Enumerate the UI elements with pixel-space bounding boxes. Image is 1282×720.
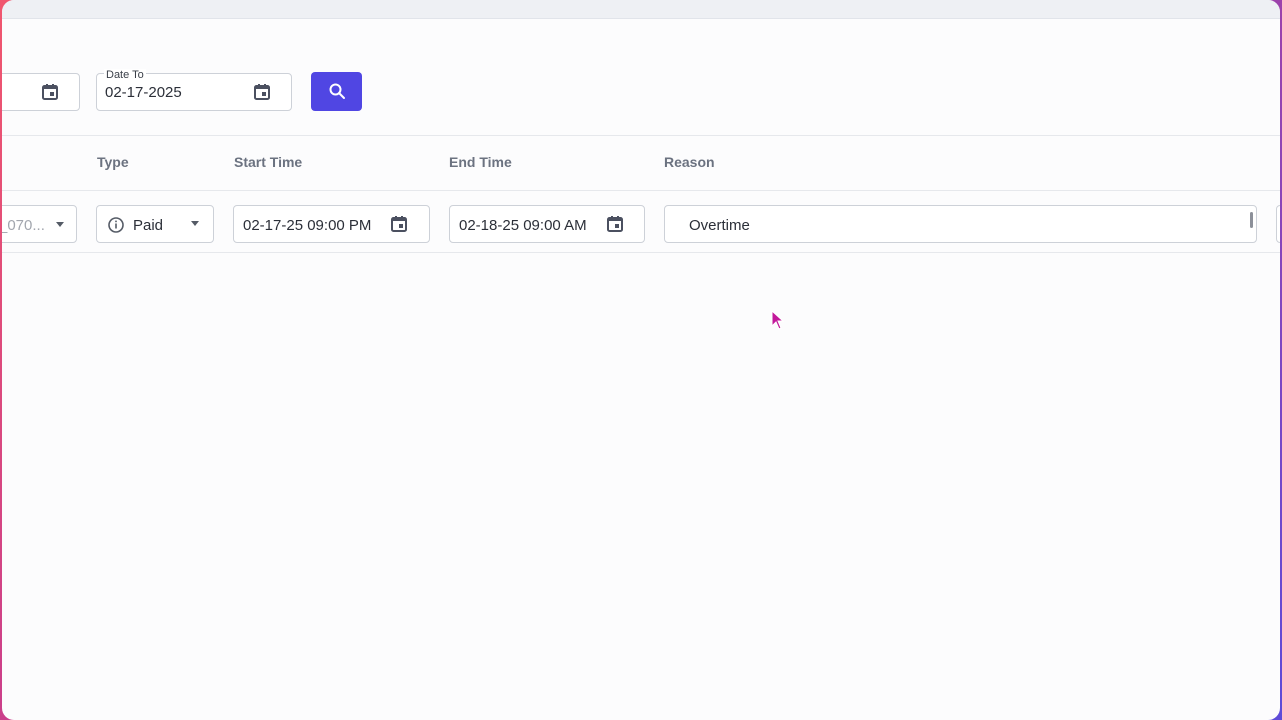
end-time-value: 02-18-25 09:00 AM	[459, 217, 587, 234]
start-time-field[interactable]: 02-17-25 09:00 PM	[233, 205, 430, 243]
top-bar	[2, 0, 1280, 19]
employee-select-value: _070...	[2, 217, 45, 234]
calendar-icon[interactable]	[41, 83, 59, 101]
reason-input-value: Overtime	[689, 217, 750, 234]
header-divider-top	[2, 135, 1280, 136]
row-divider	[2, 252, 1280, 253]
type-select-value: Paid	[133, 217, 164, 234]
app-window: Date To 02-17-2025 Type Start Time End T…	[2, 0, 1280, 720]
header-divider-bottom	[2, 190, 1280, 191]
date-from-field[interactable]	[2, 73, 80, 111]
calendar-icon[interactable]	[253, 83, 271, 101]
chevron-down-icon	[56, 222, 64, 227]
column-header-type: Type	[97, 154, 129, 170]
next-column-field[interactable]	[1276, 205, 1280, 243]
calendar-icon[interactable]	[390, 215, 408, 233]
info-icon	[108, 217, 124, 233]
employee-select[interactable]: _070...	[2, 205, 77, 243]
date-to-value: 02-17-2025	[105, 84, 182, 101]
chevron-down-icon	[191, 221, 199, 226]
type-select[interactable]: Paid	[96, 205, 214, 243]
reason-scrollbar[interactable]	[1250, 212, 1253, 228]
column-header-start-time: Start Time	[234, 154, 303, 170]
column-header-end-time: End Time	[449, 154, 512, 170]
search-icon	[329, 83, 345, 99]
reason-input[interactable]: Overtime	[664, 205, 1257, 243]
column-header-reason: Reason	[664, 154, 715, 170]
start-time-value: 02-17-25 09:00 PM	[243, 217, 372, 234]
date-to-field[interactable]: Date To 02-17-2025	[96, 69, 292, 111]
mouse-cursor-icon	[771, 310, 785, 330]
calendar-icon[interactable]	[606, 215, 624, 233]
date-to-label: Date To	[104, 69, 146, 81]
end-time-field[interactable]: 02-18-25 09:00 AM	[449, 205, 645, 243]
search-button[interactable]	[311, 72, 362, 111]
